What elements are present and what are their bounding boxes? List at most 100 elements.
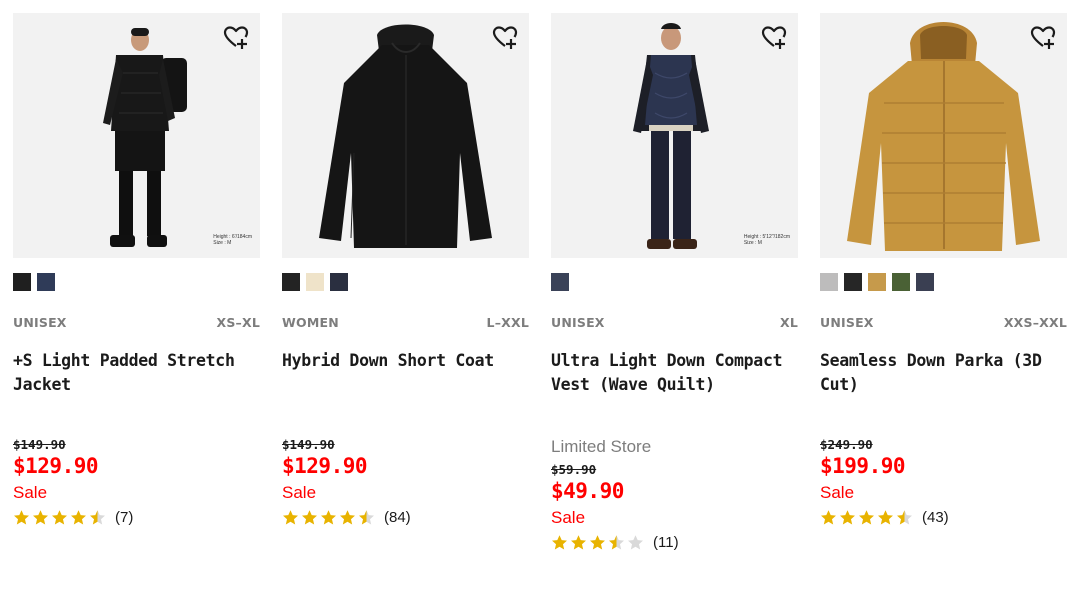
star-rating [820,509,913,526]
review-count[interactable]: (7) [115,509,133,526]
rating: (11) [551,532,798,552]
product-name[interactable]: +S Light Padded Stretch Jacket [13,349,253,397]
size-range: XS–XL [216,315,260,330]
original-price: $59.90 [551,462,597,477]
heart-plus-icon [223,26,249,49]
product-image[interactable] [820,13,1067,258]
color-swatch[interactable] [330,273,348,291]
star-full-icon [14,509,29,524]
star-half-icon [609,534,624,549]
star-empty-icon [628,534,643,549]
product-meta: UNISEX XL [551,315,798,331]
star-half-icon [359,509,374,524]
model-size-note: Height : 6'/184cm Size : M [213,234,252,246]
price-block: $149.90 $129.90 Sale (7) [13,437,260,527]
product-card[interactable]: Height : 5'12"/182cm Size : M UNISEX XL … [551,13,798,588]
size-range: L–XXL [486,315,529,330]
original-price: $249.90 [820,437,873,452]
product-name[interactable]: Seamless Down Parka (3D Cut) [820,349,1060,397]
price-block: Limited Store $59.90 $49.90 Sale (11) [551,437,798,552]
star-half-icon [897,509,912,524]
sale-label: Sale [820,483,855,502]
star-rating [551,534,644,551]
gender-label: UNISEX [13,315,67,330]
gender-label: UNISEX [551,315,605,330]
color-swatch[interactable] [820,273,838,291]
product-card[interactable]: UNISEX XXS–XXL Seamless Down Parka (3D C… [820,13,1067,588]
gender-label: WOMEN [282,315,339,330]
price-block: $249.90 $199.90 Sale (43) [820,437,1067,527]
original-price: $149.90 [13,437,66,452]
review-count[interactable]: (11) [653,534,679,551]
color-swatch[interactable] [844,273,862,291]
add-to-wishlist-button[interactable] [222,24,250,52]
star-full-icon [571,534,586,549]
color-swatches [282,273,348,291]
sale-price: $199.90 [820,454,906,478]
availability-note: Limited Store [551,437,652,456]
sale-price: $129.90 [282,454,368,478]
product-meta: UNISEX XS–XL [13,315,260,331]
sale-price: $129.90 [13,454,99,478]
rating: (43) [820,507,1067,527]
star-full-icon [840,509,855,524]
color-swatches [551,273,569,291]
color-swatch[interactable] [282,273,300,291]
price-block: $149.90 $129.90 Sale (84) [282,437,529,527]
color-swatches [13,273,55,291]
star-full-icon [859,509,874,524]
star-full-icon [590,534,605,549]
sale-price: $49.90 [551,479,624,503]
add-to-wishlist-button[interactable] [1029,24,1057,52]
review-count[interactable]: (43) [922,509,949,526]
product-name[interactable]: Hybrid Down Short Coat [282,349,522,373]
rating: (7) [13,507,260,527]
product-name[interactable]: Ultra Light Down Compact Vest (Wave Quil… [551,349,791,397]
product-grid: Height : 6'/184cm Size : M UNISEX XS–XL … [13,13,1073,588]
product-card[interactable]: Height : 6'/184cm Size : M UNISEX XS–XL … [13,13,260,588]
product-card[interactable]: WOMEN L–XXL Hybrid Down Short Coat $149.… [282,13,529,588]
rating: (84) [282,507,529,527]
star-full-icon [878,509,893,524]
color-swatch[interactable] [13,273,31,291]
model-size: Size : M [743,240,762,246]
product-image[interactable]: Height : 6'/184cm Size : M [13,13,260,258]
star-full-icon [33,509,48,524]
star-full-icon [283,509,298,524]
sale-label: Sale [13,483,48,502]
gender-label: UNISEX [820,315,874,330]
star-full-icon [71,509,86,524]
star-full-icon [321,509,336,524]
star-full-icon [302,509,317,524]
add-to-wishlist-button[interactable] [760,24,788,52]
color-swatch[interactable] [306,273,324,291]
sale-label: Sale [551,508,586,527]
original-price: $149.90 [282,437,335,452]
sale-label: Sale [282,483,317,502]
model-size: Size : M [213,240,232,246]
star-half-icon [90,509,105,524]
heart-plus-icon [761,26,787,49]
color-swatch[interactable] [868,273,886,291]
color-swatch[interactable] [551,273,569,291]
color-swatch[interactable] [37,273,55,291]
color-swatch[interactable] [916,273,934,291]
star-rating [282,509,375,526]
star-full-icon [52,509,67,524]
review-count[interactable]: (84) [384,509,411,526]
product-meta: WOMEN L–XXL [282,315,529,331]
star-rating [13,509,106,526]
product-meta: UNISEX XXS–XXL [820,315,1067,331]
star-full-icon [821,509,836,524]
add-to-wishlist-button[interactable] [491,24,519,52]
product-image[interactable]: Height : 5'12"/182cm Size : M [551,13,798,258]
heart-plus-icon [1030,26,1056,49]
size-range: XL [779,315,798,330]
color-swatch[interactable] [892,273,910,291]
product-image[interactable] [282,13,529,258]
color-swatches [820,273,934,291]
size-range: XXS–XXL [1003,315,1067,330]
star-full-icon [552,534,567,549]
star-full-icon [340,509,355,524]
model-size-note: Height : 5'12"/182cm Size : M [744,234,790,246]
